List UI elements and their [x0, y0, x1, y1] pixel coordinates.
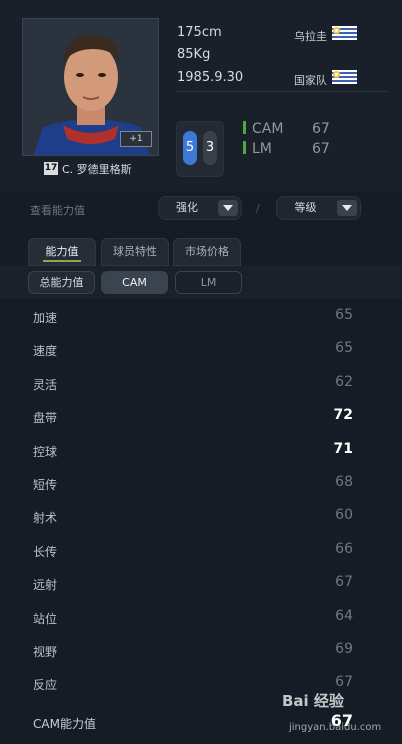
- nationality-label: 乌拉圭: [294, 30, 327, 43]
- position-bar-icon: [243, 121, 246, 134]
- stat-row: 射术 60: [0, 500, 402, 533]
- stat-value: 64: [335, 607, 353, 624]
- player-birthdate: 1985.9.30: [177, 70, 244, 85]
- stat-label: 灵活: [33, 377, 58, 392]
- position-bar-icon: [243, 141, 246, 154]
- stat-label: 站位: [33, 611, 58, 626]
- position-name: LM: [252, 141, 272, 157]
- position-row-lm: LM 67: [243, 141, 330, 157]
- stat-label: 视野: [33, 644, 58, 659]
- stat-label: 短传: [33, 477, 58, 492]
- tab-player-traits[interactable]: 球员特性: [101, 238, 169, 266]
- stat-value: 65: [335, 307, 353, 323]
- stat-value: 65: [335, 340, 353, 357]
- stats-list: 加速 65 速度 65 灵活 62 盘带 72 控球 71 短传 68 射术 60 长传 66 远射 67 站位 64…: [0, 300, 402, 701]
- stat-value: 62: [335, 373, 353, 390]
- tab-label: 市场价格: [185, 245, 229, 258]
- stat-label: 长传: [33, 544, 58, 559]
- tab-abilities[interactable]: 能力值: [28, 238, 96, 266]
- player-name: C. 罗德里格斯: [62, 163, 132, 176]
- level-dropdown[interactable]: 等级: [276, 196, 361, 220]
- stat-value: 68: [335, 473, 353, 490]
- right-foot-rating: 3: [203, 131, 217, 165]
- watermark-url: jingyan.baidu.com: [289, 722, 382, 733]
- enhance-dropdown[interactable]: 强化: [158, 196, 242, 220]
- left-foot-rating: 5: [183, 131, 197, 165]
- national-team-flag-icon: [332, 70, 357, 84]
- chevron-down-icon: [337, 200, 357, 216]
- player-weight: 85Kg: [177, 47, 211, 62]
- position-rating: 67: [312, 121, 330, 137]
- tab-market-price[interactable]: 市场价格: [173, 238, 241, 266]
- active-tab-underline: [43, 260, 81, 262]
- stat-label: 远射: [33, 578, 58, 593]
- stat-row: 速度 65: [0, 333, 402, 366]
- level-dropdown-label: 等级: [294, 201, 317, 214]
- chevron-down-icon: [218, 200, 238, 216]
- info-divider: [177, 91, 387, 92]
- national-team-label: 国家队: [294, 74, 327, 87]
- stat-label: 控球: [33, 444, 58, 459]
- stat-value: 72: [333, 407, 353, 424]
- tab-label: 球员特性: [113, 245, 157, 258]
- stat-row: 视野 69: [0, 634, 402, 667]
- stat-row: 灵活 62: [0, 367, 402, 400]
- stat-label: 射术: [33, 511, 58, 526]
- position-row-cam: CAM 67: [243, 121, 330, 137]
- subtab-cam[interactable]: CAM: [101, 271, 168, 294]
- player-photo: +1: [22, 18, 159, 156]
- view-stats-label: 查看能力值: [30, 204, 85, 217]
- uruguay-flag-icon: [332, 26, 357, 40]
- stat-row: 控球 71: [0, 434, 402, 467]
- plus-level-badge: +1: [120, 131, 152, 147]
- stat-value: 60: [335, 507, 353, 524]
- player-height: 175cm: [177, 25, 222, 40]
- tab-label: 能力值: [45, 245, 79, 258]
- stat-value: 67: [335, 574, 353, 591]
- dropdown-divider: /: [256, 202, 260, 215]
- cam-total-label: CAM能力值: [33, 717, 96, 731]
- stat-value: 71: [333, 440, 353, 457]
- stat-label: 速度: [33, 344, 58, 359]
- stat-value: 66: [335, 540, 353, 557]
- position-name: CAM: [252, 121, 284, 137]
- stat-value: 69: [335, 640, 353, 657]
- stat-row: 盘带 72: [0, 400, 402, 433]
- stat-row: 远射 67: [0, 567, 402, 600]
- enhance-dropdown-label: 强化: [176, 201, 198, 214]
- stat-label: 盘带: [33, 411, 58, 426]
- subtab-overall[interactable]: 总能力值: [28, 271, 95, 294]
- stat-row: 站位 64: [0, 601, 402, 634]
- subtab-lm[interactable]: LM: [175, 271, 242, 294]
- stat-row: 长传 66: [0, 534, 402, 567]
- stat-label: 反应: [33, 678, 58, 693]
- stat-value: 67: [335, 674, 353, 691]
- season-badge: 17: [44, 162, 58, 175]
- stat-row: 加速 65: [0, 300, 402, 333]
- position-rating: 67: [312, 141, 330, 157]
- weak-foot-badge: 5 3: [176, 121, 224, 177]
- stat-row: 短传 68: [0, 467, 402, 500]
- watermark-logo: Bai 经验: [282, 692, 344, 710]
- stat-label: 加速: [33, 311, 58, 325]
